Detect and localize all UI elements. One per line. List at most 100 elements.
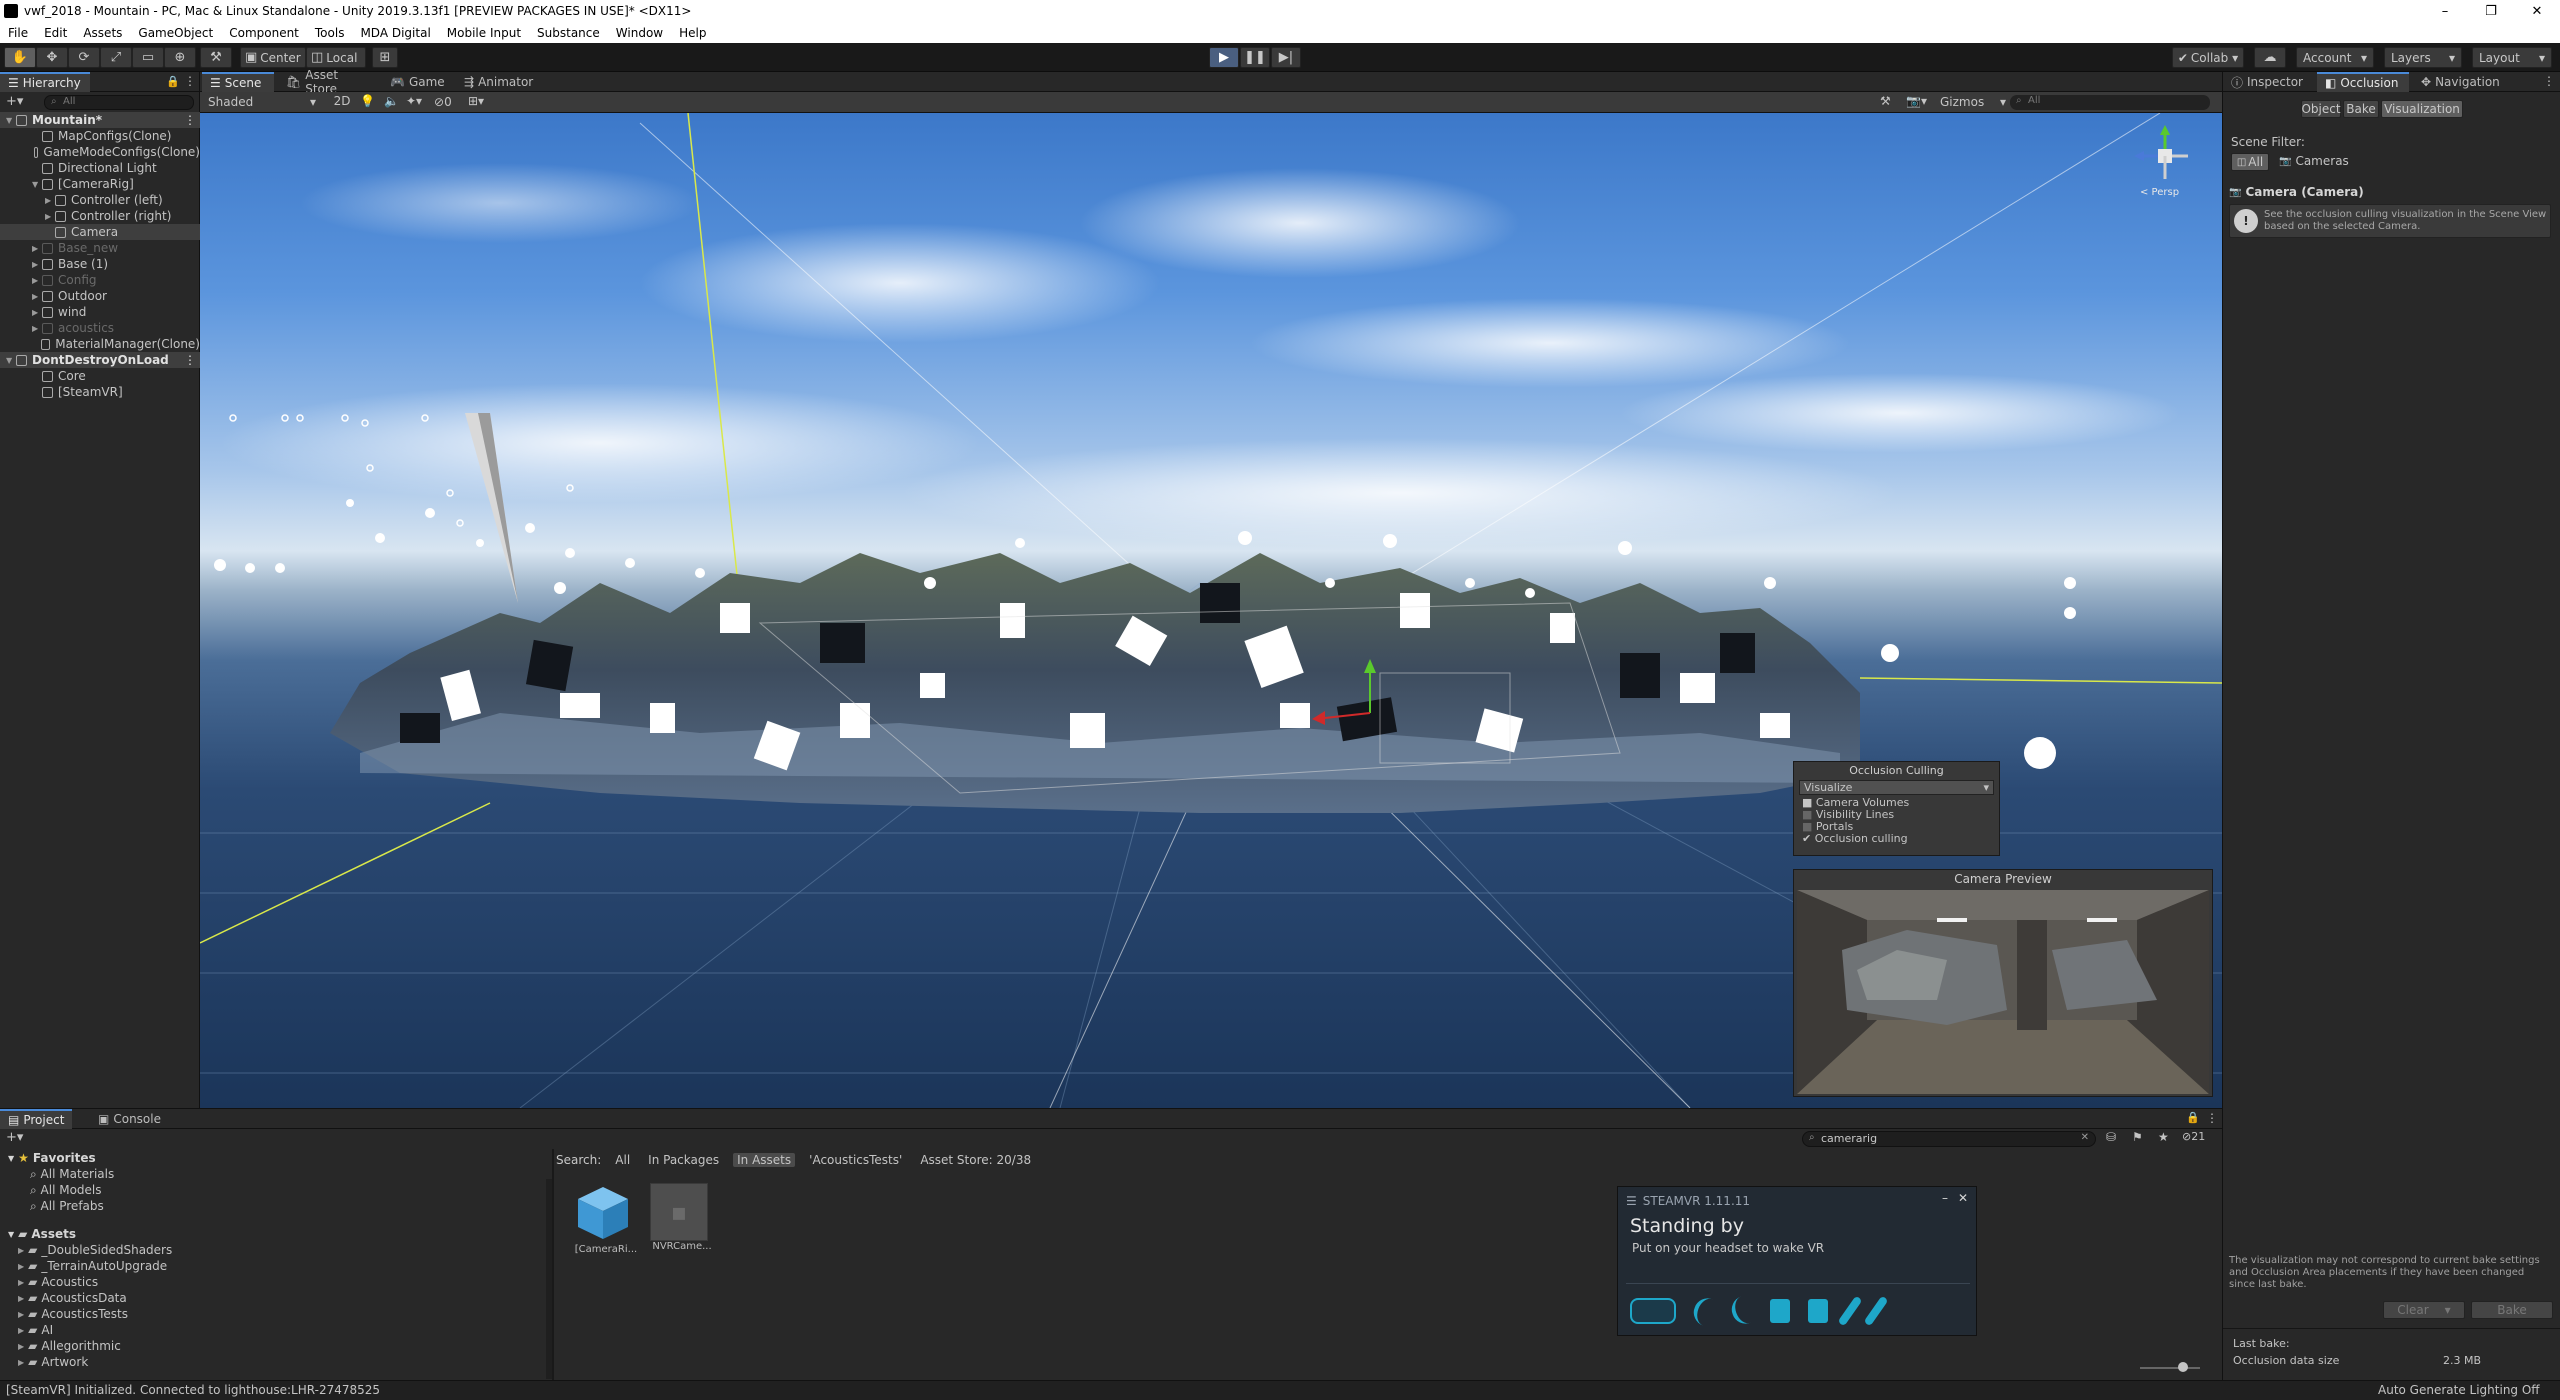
- maximize-button[interactable]: ❐: [2468, 0, 2514, 22]
- shading-mode-dropdown[interactable]: Shaded ▾: [204, 94, 320, 110]
- tab-console[interactable]: ▣ Console: [90, 1109, 164, 1129]
- expand-arrow-icon[interactable]: ▶: [18, 1262, 24, 1271]
- hand-tool-button[interactable]: ✋: [4, 47, 36, 68]
- mode-bake-button[interactable]: Bake: [2343, 100, 2379, 118]
- grid-toggle-icon[interactable]: ⊞▾: [468, 94, 484, 108]
- hierarchy-item[interactable]: ▶ wind: [0, 304, 200, 320]
- expand-arrow-icon[interactable]: ▶: [18, 1326, 24, 1335]
- expand-arrow-icon[interactable]: ▼: [6, 356, 16, 365]
- cloud-services-button[interactable]: ☁: [2254, 47, 2286, 68]
- tab-scene[interactable]: ☰ Scene: [202, 72, 274, 92]
- hierarchy-item[interactable]: ▶ Controller (right): [0, 208, 200, 224]
- pause-button[interactable]: ❚❚: [1240, 47, 1270, 68]
- expand-arrow-icon[interactable]: ▶: [45, 196, 55, 205]
- hierarchy-item[interactable]: ▼ [CameraRig]: [0, 176, 200, 192]
- project-search-input[interactable]: ⌕ camerarig ✕: [1802, 1131, 2096, 1147]
- scope-acoustics-tests[interactable]: 'AcousticsTests': [805, 1153, 906, 1167]
- hidden-packages-toggle[interactable]: ⊘ 21: [2182, 1130, 2205, 1143]
- hierarchy-item[interactable]: Directional Light: [0, 160, 200, 176]
- hierarchy-item[interactable]: GameModeConfigs(Clone): [0, 144, 200, 160]
- hierarchy-item[interactable]: ▶ Outdoor: [0, 288, 200, 304]
- icon-size-slider[interactable]: [2140, 1367, 2200, 1369]
- rotate-tool-button[interactable]: ⟳: [68, 47, 100, 68]
- panel-menu-icon[interactable]: ⋮: [2206, 1111, 2218, 1125]
- expand-arrow-icon[interactable]: ▶: [32, 260, 42, 269]
- favorite-item[interactable]: ⌕ All Materials: [30, 1167, 114, 1182]
- collab-dropdown[interactable]: ✔ Collab ▾: [2172, 47, 2244, 68]
- hierarchy-item[interactable]: ▼ Mountain* ⋮: [0, 112, 200, 128]
- mode-object-button[interactable]: Object: [2301, 100, 2341, 118]
- panel-menu-icon[interactable]: ⋮: [2543, 74, 2555, 88]
- expand-arrow-icon[interactable]: ▶: [32, 292, 42, 301]
- scene-orientation-gizmo[interactable]: < Persp: [2130, 121, 2200, 201]
- expand-arrow-icon[interactable]: ▶: [18, 1246, 24, 1255]
- hierarchy-item[interactable]: MapConfigs(Clone): [0, 128, 200, 144]
- effects-dropdown-icon[interactable]: ✦▾: [406, 94, 422, 108]
- custom-tool-button[interactable]: ⚒: [200, 47, 232, 68]
- scope-in-packages[interactable]: In Packages: [644, 1153, 723, 1167]
- filter-by-label-icon[interactable]: ⚑: [2132, 1130, 2143, 1144]
- hierarchy-item[interactable]: MaterialManager(Clone): [0, 336, 200, 352]
- asset-folder-item[interactable]: ▶ ▰ Acoustics: [18, 1275, 98, 1289]
- lock-icon[interactable]: 🔒: [166, 75, 180, 88]
- transform-tool-button[interactable]: ⊕: [164, 47, 196, 68]
- scene-menu-icon[interactable]: ⋮: [184, 113, 196, 127]
- create-plus-icon[interactable]: +▾: [6, 1130, 23, 1145]
- mode-visualization-button[interactable]: Visualization: [2381, 100, 2463, 118]
- asset-folder-item[interactable]: ▶ ▰ _TerrainAutoUpgrade: [18, 1259, 167, 1273]
- asset-folder-item[interactable]: ▶ ▰ AI: [18, 1323, 53, 1337]
- splitter[interactable]: [552, 1149, 554, 1389]
- tab-inspector[interactable]: ⓘ Inspector: [2223, 72, 2315, 92]
- account-dropdown[interactable]: Account ▾: [2296, 47, 2374, 68]
- hierarchy-search-input[interactable]: ⌕ All: [44, 95, 194, 110]
- favorite-star-icon[interactable]: ★: [2158, 1130, 2169, 1144]
- close-window-button[interactable]: ✕: [2514, 0, 2560, 22]
- file-nvrcamera[interactable]: ▪ NVRCame...: [650, 1183, 716, 1263]
- hierarchy-item[interactable]: ▶ Config: [0, 272, 200, 288]
- asset-folder-item[interactable]: ▶ ▰ _DoubleSidedShaders: [18, 1243, 172, 1257]
- menu-mda-digital[interactable]: MDA Digital: [352, 26, 438, 40]
- snap-grid-button[interactable]: ⊞: [372, 47, 398, 68]
- 2d-toggle[interactable]: 2D: [328, 94, 356, 110]
- menu-substance[interactable]: Substance: [529, 26, 608, 40]
- expand-arrow-icon[interactable]: ▶: [32, 324, 42, 333]
- expand-arrow-icon[interactable]: ▶: [32, 276, 42, 285]
- expand-arrow-icon[interactable]: ▶: [45, 212, 55, 221]
- menu-tools[interactable]: Tools: [307, 26, 353, 40]
- clear-search-icon[interactable]: ✕: [2081, 1132, 2089, 1143]
- visualize-mode-dropdown[interactable]: Visualize ▾: [1799, 780, 1994, 795]
- favorite-item[interactable]: ⌕ All Models: [30, 1183, 102, 1198]
- close-icon[interactable]: ✕: [1958, 1191, 1968, 1205]
- expand-arrow-icon[interactable]: ▼: [32, 180, 42, 189]
- filter-by-type-icon[interactable]: ⛁: [2106, 1130, 2116, 1144]
- tab-hierarchy[interactable]: ☰ Hierarchy: [0, 72, 90, 92]
- hierarchy-item[interactable]: [SteamVR]: [0, 384, 200, 400]
- menu-mobile-input[interactable]: Mobile Input: [439, 26, 529, 40]
- tab-asset-store[interactable]: 🛍 Asset Store: [278, 68, 378, 96]
- clear-button[interactable]: Clear ▾: [2383, 1301, 2465, 1319]
- expand-arrow-icon[interactable]: ▶: [18, 1294, 24, 1303]
- scope-in-assets[interactable]: In Assets: [733, 1153, 796, 1167]
- hidden-objects-toggle[interactable]: ⊘ 0: [434, 94, 462, 110]
- asset-folder-item[interactable]: ▶ ▰ Artwork: [18, 1355, 88, 1369]
- occlusion-culling-toggle[interactable]: ✔ Occlusion culling: [1802, 833, 1991, 845]
- asset-folder-item[interactable]: ▶ ▰ AcousticsData: [18, 1291, 127, 1305]
- gizmos-dropdown[interactable]: Gizmos ▾: [1940, 94, 2006, 110]
- scene-search-input[interactable]: ⌕ All: [2010, 95, 2210, 110]
- expand-arrow-icon[interactable]: ▶: [32, 244, 42, 253]
- tab-occlusion[interactable]: ◧ Occlusion: [2317, 72, 2409, 92]
- asset-folder-item[interactable]: ▶ ▰ AcousticsTests: [18, 1307, 128, 1321]
- rect-tool-button[interactable]: ▭: [132, 47, 164, 68]
- tab-project[interactable]: ▤ Project: [0, 1109, 72, 1129]
- assets-header[interactable]: ▼ ▰ Assets: [8, 1227, 76, 1241]
- menu-edit[interactable]: Edit: [36, 26, 75, 40]
- panel-menu-icon[interactable]: ⋮: [184, 74, 196, 88]
- bake-button[interactable]: Bake: [2471, 1301, 2553, 1319]
- expand-arrow-icon[interactable]: ▶: [18, 1358, 24, 1367]
- step-button[interactable]: ▶|: [1271, 47, 1301, 68]
- tab-game[interactable]: 🎮 Game: [382, 72, 452, 92]
- menu-window[interactable]: Window: [608, 26, 671, 40]
- tab-animator[interactable]: ⇶ Animator: [456, 72, 546, 92]
- menu-help[interactable]: Help: [671, 26, 714, 40]
- asset-folder-item[interactable]: ▶ ▰ Allegorithmic: [18, 1339, 121, 1353]
